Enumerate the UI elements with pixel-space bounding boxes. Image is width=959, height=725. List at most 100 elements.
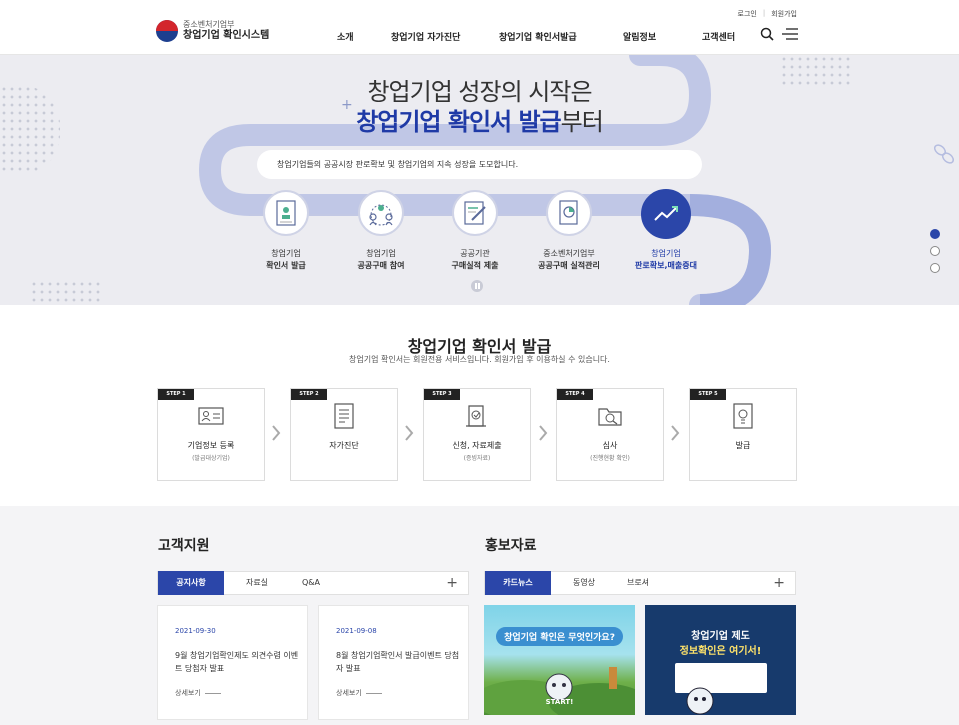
lightbulb-icon (733, 403, 753, 429)
notice-title[interactable]: 9월 창업기업확인제도 의견수렴 이벤트 당첨자 발표 (175, 649, 300, 675)
card-news-thumbnail[interactable]: 창업기업 제도 정보확인은 여기서! (645, 605, 796, 715)
slide-pagination (930, 229, 940, 273)
step-card-review[interactable]: STEP 4 심사 (진행현황 확인) (556, 388, 664, 481)
tab-video[interactable]: 동영상 (551, 571, 617, 595)
checklist-icon (334, 403, 354, 429)
bottom-section (0, 506, 959, 725)
step-tag: STEP 2 (291, 389, 327, 400)
hero-step-certificate (263, 190, 309, 236)
hero-step-label-line1: 창업기업 (366, 249, 396, 258)
logo-system-name: 창업기업 확인시스템 (183, 30, 270, 41)
nav-item-notice[interactable]: 알림정보 (623, 30, 656, 43)
hero-step-growth (641, 189, 691, 239)
document-chart-icon (559, 200, 578, 225)
hero-step-label-line1: 창업기업 (651, 249, 681, 258)
utility-links: 로그인 | 회원가입 (738, 9, 797, 19)
slide-dot-2[interactable] (930, 246, 940, 256)
notice-card[interactable]: 2021-09-08 8월 창업기업확인서 발급이벤트 당첨자 발표 상세보기 (318, 605, 469, 720)
step-desc: (발급대상기업) (192, 455, 230, 462)
notice-more-link[interactable]: 상세보기 (336, 688, 382, 698)
hero-step-label-line1: 공공기관 (460, 249, 490, 258)
hero-step-label-line2: 판로확보,매출증대 (635, 261, 697, 270)
id-card-icon (198, 407, 224, 425)
hero-step-submission (452, 190, 498, 236)
growth-chart-icon (654, 206, 678, 221)
arrow-line-icon (204, 692, 221, 694)
step-name: 자가진단 (329, 441, 359, 450)
util-divider: | (762, 9, 766, 17)
hero-step-participation (358, 190, 404, 236)
step-tag: STEP 3 (424, 389, 460, 400)
notice-more-label: 상세보기 (175, 689, 201, 697)
slide-pause-button[interactable] (471, 280, 483, 292)
nav-item-self-diagnosis[interactable]: 창업기업 자가진단 (391, 30, 460, 43)
hero-description-bubble: 창업기업들의 공공시장 판로확보 및 창업기업의 지속 성장을 도모합니다. (257, 150, 702, 179)
notice-more-label: 상세보기 (336, 689, 362, 697)
chevron-right-icon (539, 425, 548, 441)
tab-card-news[interactable]: 카드뉴스 (485, 571, 551, 595)
step-card-issue[interactable]: STEP 5 발급 (689, 388, 797, 481)
document-check-icon (466, 405, 486, 427)
hero-step-label: 창업기업확인서 발급 (231, 248, 341, 272)
hamburger-menu-icon[interactable] (782, 28, 798, 40)
tab-library[interactable]: 자료실 (224, 571, 290, 595)
step-name: 신청, 자료제출 (452, 441, 502, 450)
hero-step-label-line2: 확인서 발급 (266, 261, 306, 270)
promotion-tabs: 카드뉴스 동영상 브로셔 + (484, 571, 796, 595)
hero-title-highlight: 창업기업 확인서 발급 (356, 108, 561, 136)
hero-step-label: 창업기업판로확보,매출증대 (611, 248, 721, 272)
support-tabs: 공지사항 자료실 Q&A + (157, 571, 469, 595)
issue-section-subtitle: 창업기업 확인서는 회원전용 서비스입니다. 회원가입 후 이용하실 수 있습니… (349, 355, 610, 364)
card-news-thumbnail[interactable]: 창업기업 확인은 무엇인가요? START! (484, 605, 635, 715)
dot-pattern-decoration (30, 280, 100, 305)
hero-step-label-line2: 공공구매 실적관리 (538, 261, 600, 270)
site-logo[interactable]: 중소벤처기업부 창업기업 확인시스템 (156, 20, 269, 42)
step-tag: STEP 5 (690, 389, 726, 400)
slide-dot-1[interactable] (930, 229, 940, 239)
more-plus-icon[interactable]: + (773, 572, 785, 594)
nav-item-customer[interactable]: 고객센터 (702, 30, 735, 43)
chevron-right-icon (671, 425, 680, 441)
step-card-apply[interactable]: STEP 3 신청, 자료제출 (증빙자료) (423, 388, 531, 481)
more-plus-icon[interactable]: + (446, 572, 458, 594)
hero-step-label-line1: 중소벤처기업부 (543, 249, 595, 258)
hero-title-suffix: 부터 (560, 108, 604, 136)
nav-item-intro[interactable]: 소개 (337, 30, 354, 43)
people-icon (369, 204, 393, 226)
step-card-self-diagnosis[interactable]: STEP 2 자가진단 (290, 388, 398, 481)
notice-title[interactable]: 8월 창업기업확인서 발급이벤트 당첨자 발표 (336, 649, 461, 675)
notice-more-link[interactable]: 상세보기 (175, 688, 221, 698)
logo-ministry-text: 중소벤처기업부 (183, 20, 235, 29)
search-icon[interactable] (760, 27, 774, 41)
step-desc: (진행현황 확인) (590, 455, 630, 462)
tab-notice[interactable]: 공지사항 (158, 571, 224, 595)
chevron-right-icon (272, 425, 281, 441)
step-card-register[interactable]: STEP 1 기업정보 등록 (발급대상기업) (157, 388, 265, 481)
card-news-start-label: START! (545, 698, 574, 706)
arrow-line-icon (365, 692, 382, 694)
promotion-section-title: 홍보자료 (485, 538, 537, 554)
step-desc: (증빙자료) (463, 455, 491, 462)
tab-qna[interactable]: Q&A (290, 571, 332, 595)
support-section-title: 고객지원 (158, 538, 210, 554)
tab-brochure[interactable]: 브로셔 (617, 571, 659, 595)
chain-decoration-icon (933, 144, 955, 164)
certificate-icon (276, 200, 296, 226)
step-name: 심사 (602, 441, 618, 450)
step-name: 발급 (735, 441, 751, 450)
nav-item-certificate[interactable]: 창업기업 확인서발급 (499, 30, 577, 43)
document-pen-icon (464, 201, 486, 225)
step-tag: STEP 4 (557, 389, 593, 400)
site-header: 중소벤처기업부 창업기업 확인시스템 로그인 | 회원가입 소개 창업기업 자가… (0, 0, 959, 55)
slide-dot-3[interactable] (930, 263, 940, 273)
hero-title-line2: 창업기업 확인서 발급부터 (0, 102, 959, 137)
hero-step-label: 중소벤처기업부공공구매 실적관리 (514, 248, 624, 272)
join-link[interactable]: 회원가입 (771, 9, 797, 19)
folder-search-icon (598, 408, 622, 426)
login-link[interactable]: 로그인 (738, 9, 757, 19)
notice-date: 2021-09-08 (336, 627, 377, 635)
hero-banner: + 창업기업 성장의 시작은 창업기업 확인서 발급부터 창업기업들의 공공시장… (0, 55, 959, 305)
notice-card[interactable]: 2021-09-30 9월 창업기업확인제도 의견수렴 이벤트 당첨자 발표 상… (157, 605, 308, 720)
hero-step-label-line1: 창업기업 (271, 249, 301, 258)
hero-step-management (546, 190, 592, 236)
